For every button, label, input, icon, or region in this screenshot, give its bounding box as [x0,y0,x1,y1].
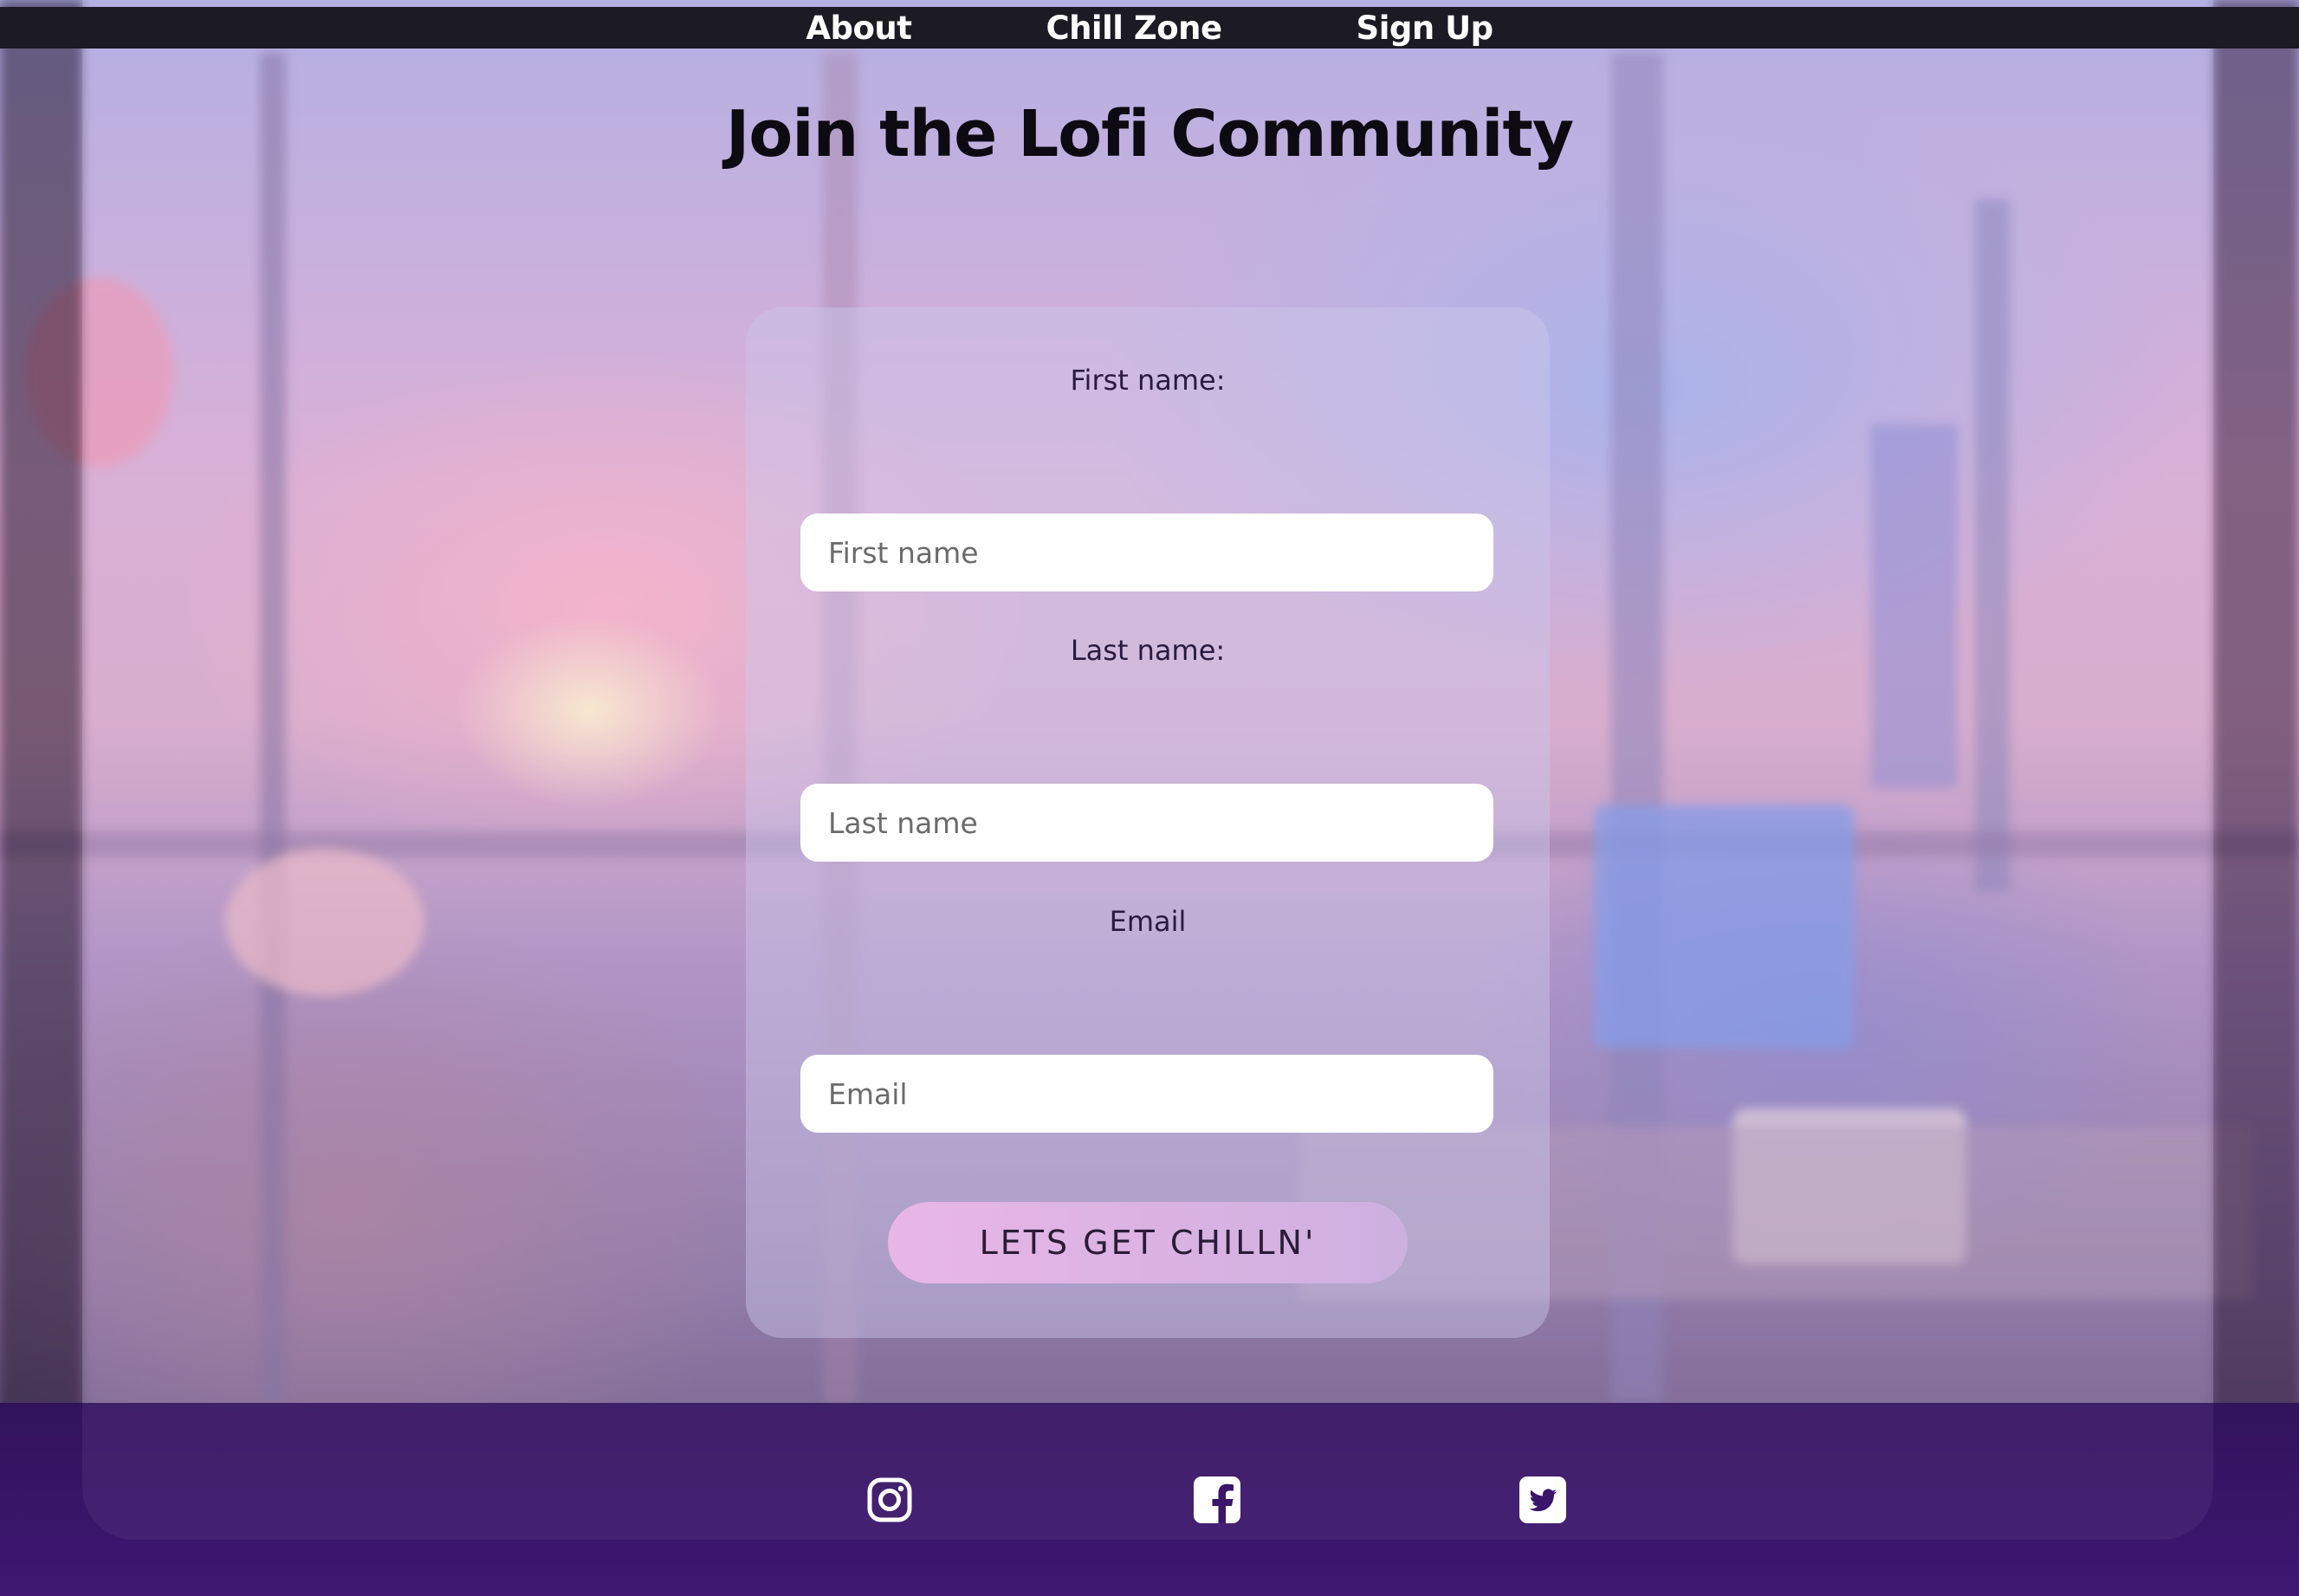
nav-sign-up-link[interactable]: Sign Up [1357,10,1494,47]
email-label: Email [1109,905,1187,938]
last-name-label: Last name: [1070,634,1226,667]
first-name-input[interactable] [800,514,1493,591]
top-nav: About Chill Zone Sign Up [0,7,2299,48]
signup-form-card: First name: Last name: Email LETS GET CH… [746,307,1550,1338]
twitter-icon[interactable] [1518,1475,1568,1525]
page-title: Join the Lofi Community [725,97,1574,171]
first-name-label: First name: [1070,364,1226,397]
submit-button[interactable]: LETS GET CHILLN' [888,1202,1408,1283]
facebook-icon[interactable] [1192,1475,1242,1525]
instagram-icon[interactable] [865,1475,915,1525]
footer [0,1403,2299,1596]
email-input[interactable] [800,1055,1493,1133]
last-name-input[interactable] [800,784,1493,862]
nav-chill-zone-link[interactable]: Chill Zone [1046,10,1222,47]
nav-about-link[interactable]: About [806,10,912,47]
footer-panel [82,1403,2213,1540]
